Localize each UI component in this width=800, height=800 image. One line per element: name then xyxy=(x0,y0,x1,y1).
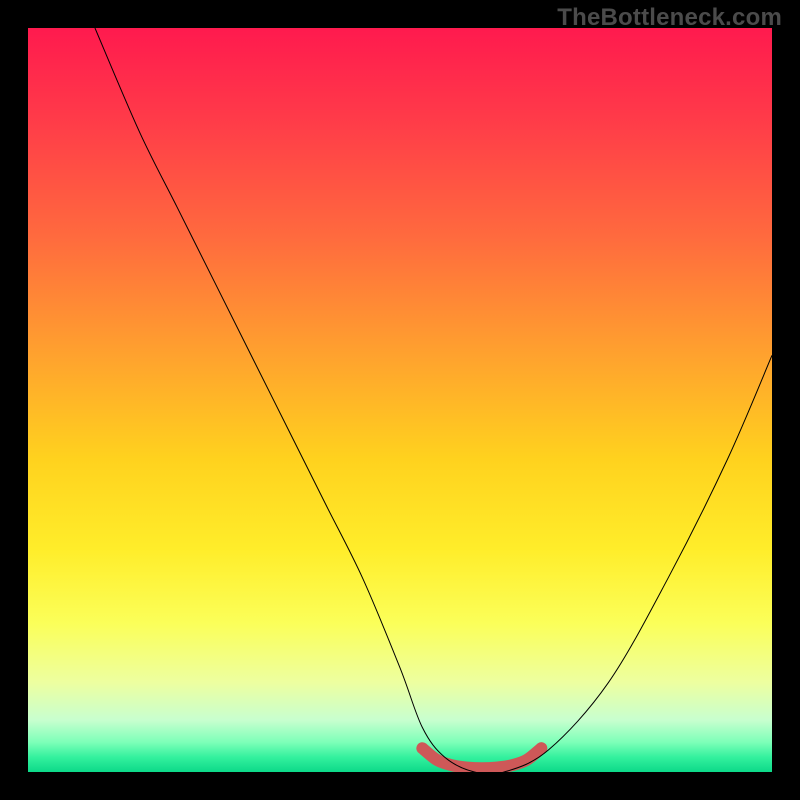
watermark-text: TheBottleneck.com xyxy=(557,4,782,32)
plot-area xyxy=(28,28,772,772)
curve-svg xyxy=(28,28,772,772)
bottleneck-curve xyxy=(95,28,772,772)
chart-frame: TheBottleneck.com xyxy=(0,0,800,800)
